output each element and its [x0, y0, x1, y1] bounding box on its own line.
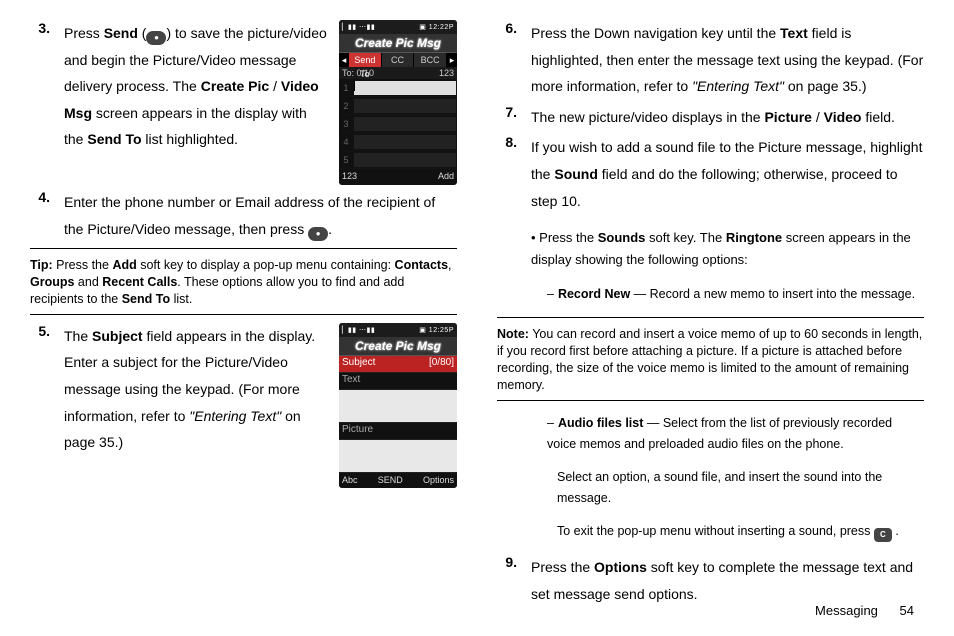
step-body: Press Send (●) to save the picture/video… [64, 20, 329, 185]
dash-audio-files: –Audio files list — Select from the list… [547, 413, 924, 454]
footer-page-number: 54 [900, 603, 914, 618]
bullet-sounds: Press the Sounds soft key. The Ringtone … [531, 227, 924, 271]
step-8: 8. If you wish to add a sound file to th… [497, 134, 924, 214]
step-number: 3. [30, 20, 50, 185]
clear-key-icon: C [874, 528, 892, 542]
left-column: 3. Press Send (●) to save the picture/vi… [30, 20, 457, 612]
step-5: 5. The Subject field appears in the disp… [30, 323, 457, 488]
note-block: Note: You can record and insert a voice … [497, 326, 924, 394]
dash-extra1: Select an option, a sound file, and inse… [557, 467, 924, 508]
step-4: 4. Enter the phone number or Email addre… [30, 189, 457, 242]
page-footer: Messaging 54 [815, 603, 914, 618]
phone-screenshot-sendto: ▏▮▮ ⋯▮▮▣ 12:22P Create Pic Msg ◂ Send To… [339, 20, 457, 185]
divider [30, 314, 457, 315]
phone-screenshot-subject: ▏▮▮ ⋯▮▮▣ 12:25P Create Pic Msg Subject[0… [339, 323, 457, 488]
dash-record-new: –Record New — Record a new memo to inser… [547, 284, 924, 305]
step-7: 7. The new picture/video displays in the… [497, 104, 924, 131]
dash-extra2: To exit the pop-up menu without insertin… [557, 521, 924, 542]
right-column: 6. Press the Down navigation key until t… [497, 20, 924, 612]
step-9: 9. Press the Options soft key to complet… [497, 554, 924, 607]
ok-key-icon: ● [308, 227, 328, 241]
ok-key-icon: ● [146, 31, 166, 45]
footer-section: Messaging [815, 603, 878, 618]
divider [497, 400, 924, 401]
step-6: 6. Press the Down navigation key until t… [497, 20, 924, 100]
step-3: 3. Press Send (●) to save the picture/vi… [30, 20, 457, 185]
divider [30, 248, 457, 249]
divider [497, 317, 924, 318]
screenshot-title: Create Pic Msg [339, 34, 457, 53]
tip-block: Tip: Press the Add soft key to display a… [30, 257, 457, 308]
